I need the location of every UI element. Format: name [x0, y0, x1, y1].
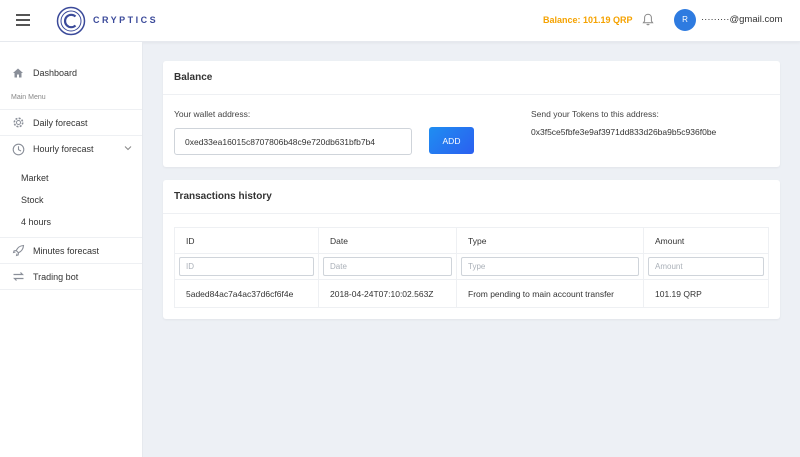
sidebar-item-trading-bot[interactable]: Trading bot [0, 264, 142, 290]
brand-name: CRYPTICS [93, 15, 159, 25]
menu-icon[interactable] [16, 14, 30, 26]
cell-date: 2018-04-24T07:10:02.563Z [318, 279, 457, 308]
add-button[interactable]: ADD [429, 127, 474, 154]
sidebar-subitem-market[interactable]: Market [0, 167, 142, 189]
balance-card-title: Balance [163, 61, 780, 95]
table-row[interactable]: 5aded84ac7a4ac37d6cf6f4e 2018-04-24T07:1… [174, 279, 769, 308]
cryptics-logo-icon[interactable] [56, 6, 86, 36]
sidebar-item-label: Daily forecast [33, 117, 88, 128]
filter-id-input[interactable] [179, 257, 314, 276]
cell-type: From pending to main account transfer [456, 279, 644, 308]
sidebar-item-label: Trading bot [33, 271, 79, 282]
chevron-down-icon[interactable] [124, 144, 132, 152]
gear-icon [11, 116, 25, 130]
header-balance: Balance: 101.19 QRP [543, 15, 633, 25]
sidebar-item-label: Dashboard [33, 68, 78, 78]
send-tokens-label: Send your Tokens to this address: [531, 109, 659, 119]
top-bar: CRYPTICS Balance: 101.19 QRP R ·········… [0, 0, 800, 42]
transactions-table: ID Date Type Amount 5aded84ac7a4ac37d6cf… [174, 227, 769, 308]
wallet-address-label: Your wallet address: [174, 109, 251, 119]
cell-id: 5aded84ac7a4ac37d6cf6f4e [174, 279, 319, 308]
home-icon [11, 66, 25, 80]
avatar[interactable]: R [674, 9, 696, 31]
sidebar-item-label: Minutes forecast [33, 245, 100, 256]
sidebar-item-minutes-forecast[interactable]: Minutes forecast [0, 238, 142, 264]
sidebar-item-daily-forecast[interactable]: Daily forecast [0, 110, 142, 136]
cell-amount: 101.19 QRP [643, 279, 769, 308]
filter-date-input[interactable] [323, 257, 452, 276]
balance-card: Balance Your wallet address: ADD Send yo… [163, 61, 780, 167]
send-tokens-address: 0x3f5ce5fbfe3e9af3971dd833d26ba9b5c936f0… [531, 127, 717, 137]
rocket-icon [11, 244, 25, 258]
column-header-type[interactable]: Type [456, 227, 644, 254]
transactions-card-title: Transactions history [163, 180, 780, 214]
filter-amount-input[interactable] [648, 257, 764, 276]
column-header-id[interactable]: ID [174, 227, 319, 254]
sidebar-item-label: Hourly forecast [33, 144, 94, 154]
user-email[interactable]: ·········@gmail.com [701, 14, 782, 25]
column-header-date[interactable]: Date [318, 227, 457, 254]
wallet-address-input[interactable] [174, 128, 412, 155]
sidebar: Dashboard Main Menu Daily forecast Hourl… [0, 42, 143, 457]
sidebar-item-hourly-forecast[interactable]: Hourly forecast [0, 136, 142, 162]
exchange-icon [11, 270, 25, 284]
sidebar-item-dashboard[interactable]: Dashboard [0, 60, 142, 86]
sidebar-subitem-stock[interactable]: Stock [0, 189, 142, 211]
sidebar-subitem-4-hours[interactable]: 4 hours [0, 211, 142, 233]
filter-type-input[interactable] [461, 257, 639, 276]
clock-icon [11, 142, 25, 156]
column-header-amount[interactable]: Amount [643, 227, 769, 254]
sidebar-section-label: Main Menu [0, 86, 142, 110]
bell-icon[interactable] [642, 13, 654, 26]
transactions-card: Transactions history ID Date Type Amount… [163, 180, 780, 319]
